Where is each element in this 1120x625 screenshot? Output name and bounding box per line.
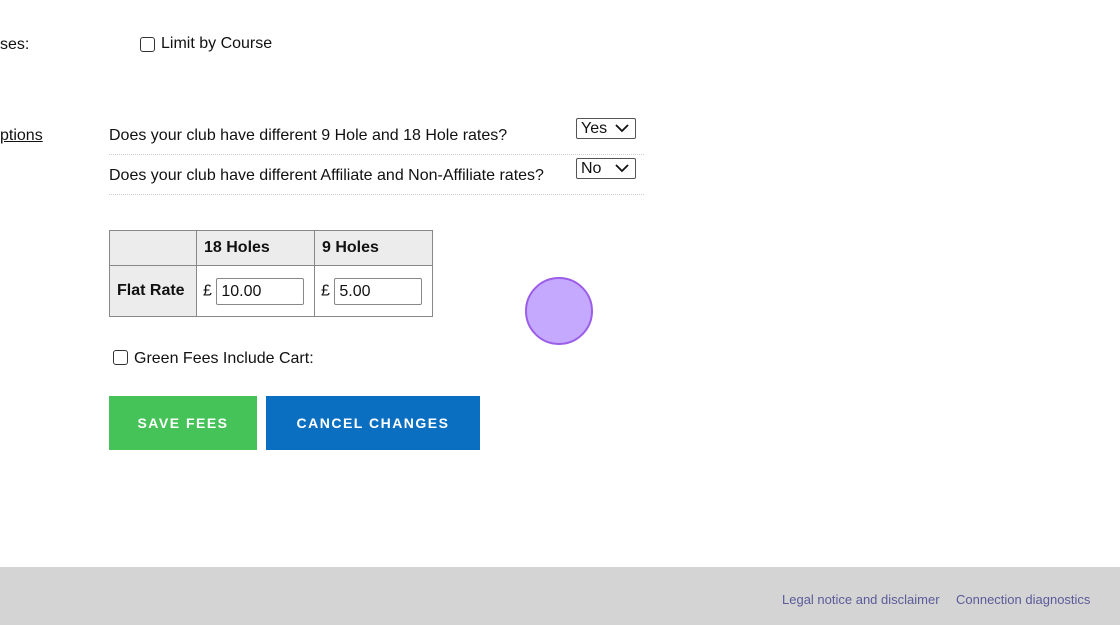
cell-9-holes: £ 5.00 <box>314 265 433 317</box>
select-value: Yes <box>581 120 608 137</box>
row-label-flat-rate: Flat Rate <box>109 265 197 317</box>
fee-18-holes-input[interactable]: 10.00 <box>216 277 305 305</box>
header-9-holes: 9 Holes <box>314 230 433 266</box>
cursor-indicator <box>525 277 593 345</box>
limit-by-course-label: Limit by Course <box>161 35 273 52</box>
green-fees-cart-label: Green Fees Include Cart: <box>134 350 314 367</box>
fees-table: 18 Holes 9 Holes Flat Rate £ 10.00 £ 5.0… <box>109 230 433 317</box>
currency-symbol: £ <box>321 282 330 300</box>
cell-18-holes: £ 10.00 <box>196 265 315 317</box>
chevron-down-icon <box>615 164 629 173</box>
hole-rates-select[interactable]: Yes <box>576 118 636 139</box>
currency-symbol: £ <box>203 282 212 300</box>
save-fees-button[interactable]: SAVE FEES <box>109 396 257 450</box>
green-fees-cart-checkbox[interactable] <box>113 349 128 365</box>
connection-diagnostics-link[interactable]: Connection diagnostics <box>956 592 1090 607</box>
question-row-hole-rates: Does your club have different 9 Hole and… <box>109 114 644 155</box>
cancel-changes-button[interactable]: CANCEL CHANGES <box>266 396 480 450</box>
limit-by-course-option[interactable]: Limit by Course <box>140 35 272 53</box>
fee-9-holes-input[interactable]: 5.00 <box>334 277 423 305</box>
limit-by-course-checkbox[interactable] <box>140 36 155 52</box>
legal-notice-link[interactable]: Legal notice and disclaimer <box>782 592 940 607</box>
courses-label: ses: <box>0 36 30 53</box>
affiliate-rates-select[interactable]: No <box>576 158 636 179</box>
green-fees-cart-option[interactable]: Green Fees Include Cart: <box>113 346 314 368</box>
footer: Legal notice and disclaimer Connection d… <box>0 567 1120 625</box>
question-row-affiliate-rates: Does your club have different Affiliate … <box>109 154 644 195</box>
select-value: No <box>581 160 602 177</box>
options-link[interactable]: ptions <box>0 127 43 145</box>
question-text: Does your club have different 9 Hole and… <box>109 127 508 144</box>
table-corner <box>109 230 197 266</box>
header-18-holes: 18 Holes <box>196 230 315 266</box>
chevron-down-icon <box>615 124 629 133</box>
question-text: Does your club have different Affiliate … <box>109 167 544 184</box>
